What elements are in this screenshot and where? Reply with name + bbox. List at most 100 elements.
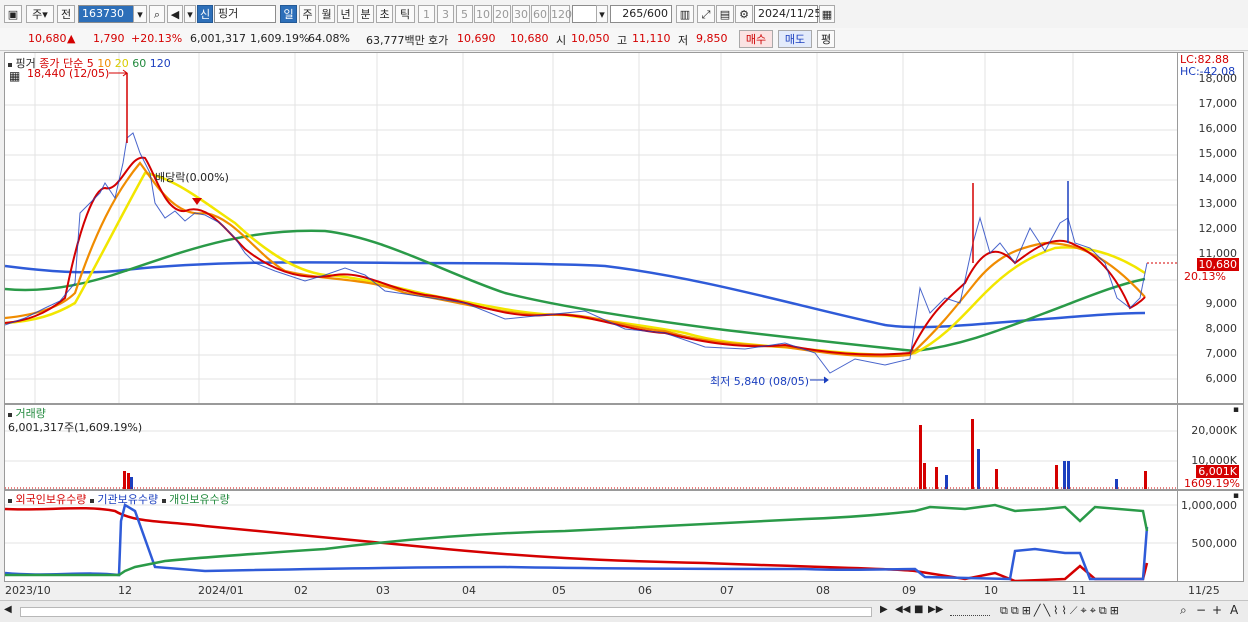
stock-name-field[interactable]: 핑거 bbox=[214, 5, 276, 23]
quote-bar: 10,680 ▲ 1,790 +20.13% 6,001,317 1,609.1… bbox=[0, 28, 1248, 51]
count-total: /600 bbox=[643, 7, 668, 20]
ask-price: 10,690 bbox=[457, 32, 496, 45]
interval-10-label: 10 bbox=[476, 8, 490, 21]
zoom-in-icon[interactable]: + bbox=[1212, 603, 1222, 617]
bid-price: 10,680 bbox=[510, 32, 549, 45]
price-chart-panel[interactable]: 핑거 종가 단순 5 10 20 60 120 ▦ 18,440 (12/05)… bbox=[4, 52, 1178, 404]
interval-3-label: 3 bbox=[442, 8, 449, 21]
period-minute-label: 분 bbox=[360, 8, 371, 21]
turnover: 64.08% bbox=[308, 32, 350, 45]
zoom-icon[interactable]: ⌕ bbox=[1180, 603, 1187, 618]
interval-20-button[interactable]: 20 bbox=[493, 5, 511, 23]
volume-value: 6,001,317 bbox=[190, 32, 246, 45]
scroll-right-icon[interactable]: ▶ bbox=[880, 604, 888, 615]
calendar-icon[interactable]: ▦ bbox=[819, 5, 835, 23]
interval-dropdown-icon[interactable]: ▾ bbox=[596, 5, 608, 23]
volume-panel[interactable]: 거래량 6,001,317주(1,609.19%) bbox=[4, 404, 1178, 490]
interval-30-button[interactable]: 30 bbox=[512, 5, 530, 23]
volume-pct: 1,609.19% bbox=[250, 32, 310, 45]
sound-icon[interactable]: ◀ bbox=[167, 5, 183, 23]
sell-button[interactable]: 매도 bbox=[778, 30, 812, 48]
price-change: 1,790 bbox=[93, 32, 125, 45]
x-tick: 04 bbox=[462, 584, 476, 597]
buy-button[interactable]: 매수 bbox=[739, 30, 773, 48]
eval-button[interactable]: 평 bbox=[817, 30, 835, 48]
x-tick: 11 bbox=[1072, 584, 1086, 597]
save-icon[interactable]: ▤ bbox=[716, 5, 734, 23]
volume-value: 6,001,317주(1,609.19%) bbox=[8, 421, 143, 434]
period-week-button[interactable]: 주 bbox=[299, 5, 316, 23]
rewind-icon[interactable]: ◀◀ bbox=[895, 604, 910, 615]
window-menu-icon[interactable]: ▣ bbox=[4, 5, 22, 23]
stop-icon[interactable]: ■ bbox=[914, 604, 923, 615]
period-tick-button[interactable]: 틱 bbox=[395, 5, 415, 23]
x-tick: 12 bbox=[118, 584, 132, 597]
calc-icon[interactable]: ▦ bbox=[9, 69, 20, 83]
individual-holding-line bbox=[5, 503, 1149, 577]
period-second-button[interactable]: 초 bbox=[376, 5, 393, 23]
period-second-label: 초 bbox=[379, 8, 390, 21]
volume-svg bbox=[5, 419, 1177, 489]
individual-legend: 개인보유수량 bbox=[169, 493, 230, 506]
prev-label: 전 bbox=[60, 8, 72, 21]
y-tick: 12,000 bbox=[1198, 222, 1238, 235]
vol-pct-badge: 1609.19% bbox=[1184, 477, 1240, 490]
x-tick: 02 bbox=[294, 584, 308, 597]
date-value: 2024/11/25 bbox=[758, 7, 822, 20]
scroll-left-icon[interactable]: ◀ bbox=[4, 604, 12, 615]
hold-y-tick: 1,000,000 bbox=[1181, 499, 1237, 512]
period-year-button[interactable]: 년 bbox=[337, 5, 354, 23]
stock-code-input[interactable]: 163730 bbox=[78, 5, 136, 23]
institution-holding-line bbox=[5, 503, 1149, 581]
period-tick-label: 틱 bbox=[399, 8, 411, 21]
period-main-select[interactable]: 주▾ bbox=[26, 5, 54, 23]
scroll-track[interactable] bbox=[20, 607, 872, 617]
ma60-legend: 60 bbox=[132, 57, 147, 70]
period-day-button[interactable]: 일 bbox=[280, 5, 297, 23]
holding-panel[interactable]: 외국인보유수량 기관보유수량 개인보유수량 bbox=[4, 490, 1178, 582]
zoom-slider[interactable] bbox=[950, 607, 990, 616]
low-price: 9,850 bbox=[696, 32, 728, 45]
count-field[interactable]: 265/600 bbox=[610, 5, 672, 23]
interval-120-button[interactable]: 120 bbox=[550, 5, 572, 23]
gear-icon[interactable]: ⚙ bbox=[735, 5, 753, 23]
price-change-pct: +20.13% bbox=[131, 32, 183, 45]
y-tick: 18,000 bbox=[1198, 72, 1238, 85]
high-price: 11,110 bbox=[632, 32, 671, 45]
stock-name-value: 핑거 bbox=[218, 7, 239, 20]
y-tick: 14,000 bbox=[1198, 172, 1238, 185]
y-tick: 6,000 bbox=[1205, 372, 1238, 385]
ma10-line bbox=[5, 161, 1146, 358]
interval-60-button[interactable]: 60 bbox=[531, 5, 549, 23]
period-minute-button[interactable]: 분 bbox=[357, 5, 374, 23]
search-icon[interactable]: ⌕ bbox=[149, 5, 165, 23]
institution-legend: 기관보유수량 bbox=[97, 493, 159, 506]
new-tag: 신 bbox=[197, 5, 213, 23]
interval-10-button[interactable]: 10 bbox=[474, 5, 492, 23]
prev-button[interactable]: 전 bbox=[57, 5, 75, 23]
current-price: 10,680 bbox=[28, 32, 67, 45]
interval-1-button[interactable]: 1 bbox=[418, 5, 435, 23]
volume-close-icon[interactable]: ▪ bbox=[1233, 405, 1239, 415]
zoom-out-icon[interactable]: − bbox=[1196, 603, 1206, 617]
candle-type-icon[interactable]: ▥ bbox=[676, 5, 694, 23]
indicator-icon[interactable]: ⤢ bbox=[697, 5, 715, 23]
date-field[interactable]: 2024/11/25 bbox=[754, 5, 822, 23]
forward-icon[interactable]: ▶▶ bbox=[928, 604, 943, 615]
period-month-button[interactable]: 월 bbox=[318, 5, 335, 23]
period-year-label: 년 bbox=[340, 8, 351, 21]
interval-20-label: 20 bbox=[495, 8, 509, 21]
new-tag-label: 신 bbox=[199, 8, 211, 21]
vol-y-tick: 20,000K bbox=[1191, 424, 1237, 437]
interval-5-button[interactable]: 5 bbox=[456, 5, 473, 23]
hoga-label: 호가 bbox=[428, 34, 449, 47]
bottom-scroll-bar[interactable]: ◀ ▶ ◀◀ ■ ▶▶ ⧉⧉⊞╱╲⌇⌇⟋⌖⌖⧉⊞ ⌕ − + A bbox=[0, 600, 1248, 622]
volume-axis: ▪ 20,000K 10,000K 6,001K 1609.19% bbox=[1178, 404, 1244, 490]
open-price: 10,050 bbox=[571, 32, 610, 45]
interval-30-label: 30 bbox=[514, 8, 528, 21]
code-dropdown-icon[interactable]: ▾ bbox=[133, 5, 147, 23]
font-size-icon[interactable]: A bbox=[1230, 603, 1238, 617]
drawing-tools-icon[interactable]: ⧉⧉⊞╱╲⌇⌇⟋⌖⌖⧉⊞ bbox=[1000, 604, 1122, 618]
interval-3-button[interactable]: 3 bbox=[437, 5, 454, 23]
sound-dropdown-icon[interactable]: ▾ bbox=[184, 5, 196, 23]
